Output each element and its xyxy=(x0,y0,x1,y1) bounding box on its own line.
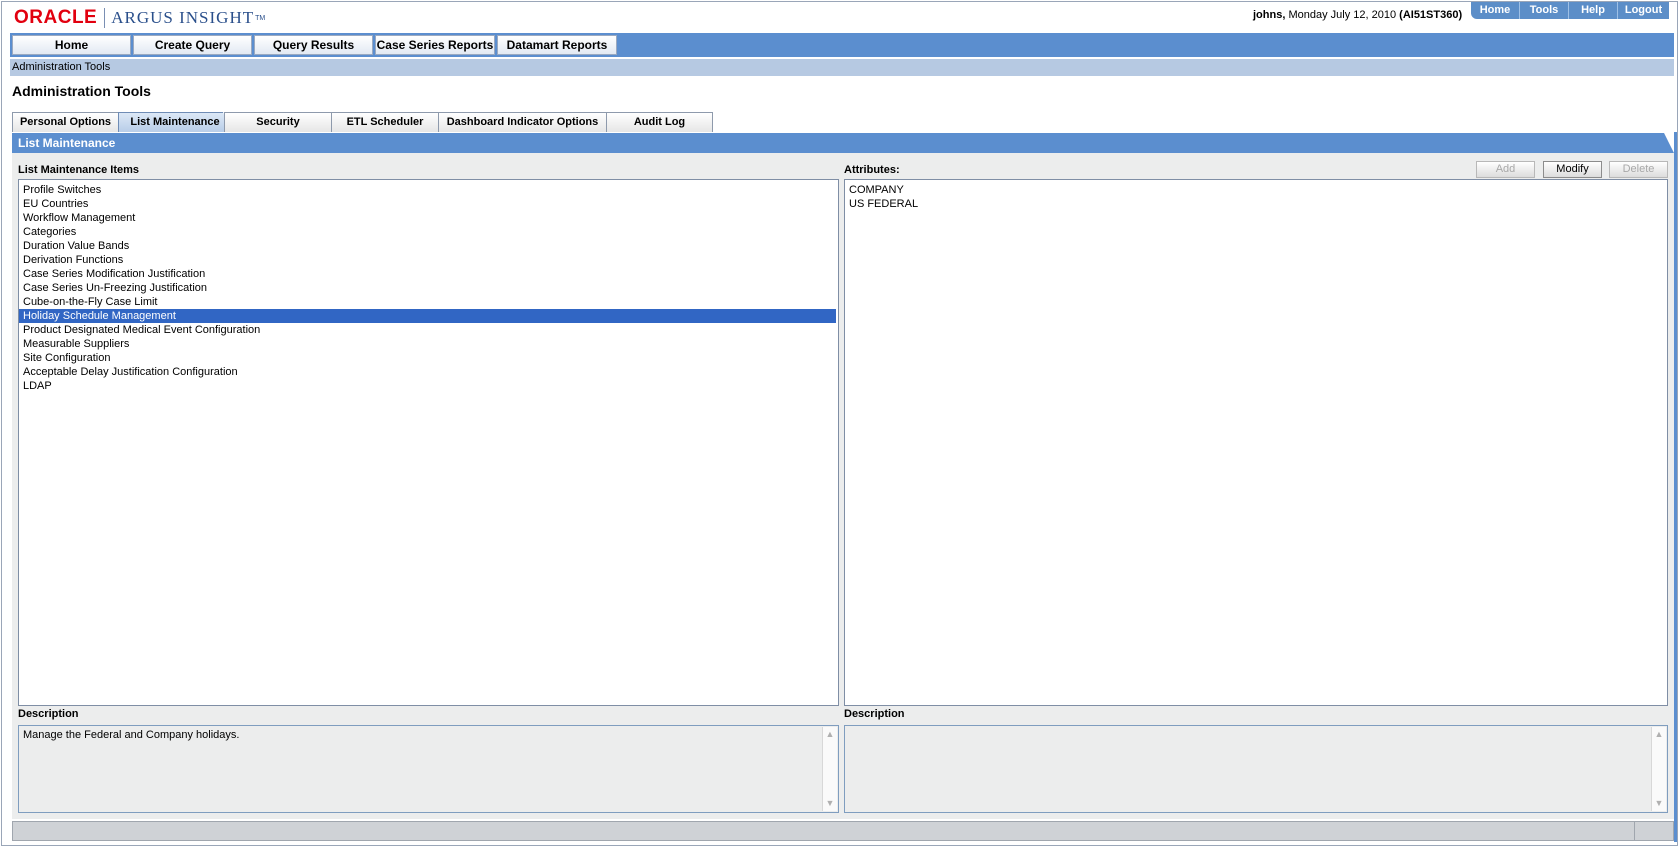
page-title: Administration Tools xyxy=(12,83,151,99)
tab-security[interactable]: Security xyxy=(224,112,332,132)
utility-nav: Home Tools Help Logout xyxy=(1471,2,1669,19)
nav-case-series-reports-button[interactable]: Case Series Reports xyxy=(375,35,495,55)
scroll-down-icon[interactable]: ▼ xyxy=(1652,796,1666,811)
list-item[interactable]: Product Designated Medical Event Configu… xyxy=(19,323,838,337)
logo-product-text: ARGUS INSIGHT xyxy=(111,8,255,27)
list-item[interactable]: Case Series Un-Freezing Justification xyxy=(19,281,838,295)
list-item[interactable]: Derivation Functions xyxy=(19,253,838,267)
tab-audit-log[interactable]: Audit Log xyxy=(606,112,713,132)
left-description-label: Description xyxy=(18,708,79,720)
scroll-up-icon[interactable]: ▲ xyxy=(823,727,837,742)
util-logout-link[interactable]: Logout xyxy=(1617,2,1669,19)
attributes-label: Attributes: xyxy=(844,164,900,176)
list-item[interactable]: Cube-on-the-Fly Case Limit xyxy=(19,295,838,309)
right-description-field[interactable]: ▲ ▼ xyxy=(844,725,1668,813)
left-description-scrollbar[interactable]: ▲ ▼ xyxy=(822,727,837,811)
list-item[interactable]: Case Series Modification Justification xyxy=(19,267,838,281)
util-help-link[interactable]: Help xyxy=(1568,2,1617,19)
list-item[interactable]: LDAP xyxy=(19,379,838,393)
instance-id: (AI51ST360) xyxy=(1399,9,1463,21)
status-bar xyxy=(12,821,1674,841)
logo-oracle-text: ORACLE xyxy=(14,7,98,28)
main-nav: Home Create Query Query Results Case Ser… xyxy=(10,33,1674,57)
attribute-item[interactable]: COMPANY xyxy=(845,183,1667,197)
nav-query-results-button[interactable]: Query Results xyxy=(254,35,373,55)
list-item[interactable]: Duration Value Bands xyxy=(19,239,838,253)
list-item[interactable]: Categories xyxy=(19,225,838,239)
attributes-list[interactable]: COMPANY US FEDERAL xyxy=(844,179,1668,706)
user-info: johns, Monday July 12, 2010 (AI51ST360) xyxy=(1253,9,1462,21)
breadcrumb: Administration Tools xyxy=(10,59,1674,76)
list-maintenance-items-list[interactable]: Profile Switches EU Countries Workflow M… xyxy=(18,179,839,706)
list-items-label: List Maintenance Items xyxy=(18,164,140,176)
current-date: Monday July 12, 2010 xyxy=(1288,9,1397,21)
attribute-item[interactable]: US FEDERAL xyxy=(845,197,1667,211)
header: ORACLE ARGUS INSIGHT TM johns, Monday Ju… xyxy=(2,2,1677,32)
tab-personal-options[interactable]: Personal Options xyxy=(12,112,119,132)
right-description-label: Description xyxy=(844,708,905,720)
util-tools-link[interactable]: Tools xyxy=(1519,2,1568,19)
logo-divider xyxy=(104,8,106,28)
username: johns, xyxy=(1253,9,1286,21)
list-item[interactable]: EU Countries xyxy=(19,197,838,211)
list-item[interactable]: Workflow Management xyxy=(19,211,838,225)
add-button[interactable]: Add xyxy=(1476,161,1535,178)
scroll-down-icon[interactable]: ▼ xyxy=(823,796,837,811)
left-description-field[interactable]: Manage the Federal and Company holidays.… xyxy=(18,725,839,813)
list-item[interactable]: Measurable Suppliers xyxy=(19,337,838,351)
list-item[interactable]: Acceptable Delay Justification Configura… xyxy=(19,365,838,379)
nav-datamart-reports-button[interactable]: Datamart Reports xyxy=(497,35,617,55)
util-home-link[interactable]: Home xyxy=(1471,2,1519,19)
list-item[interactable]: Profile Switches xyxy=(19,183,838,197)
list-item-selected[interactable]: Holiday Schedule Management xyxy=(19,309,836,323)
tab-dashboard-indicator-options[interactable]: Dashboard Indicator Options xyxy=(438,112,607,132)
list-item[interactable]: Site Configuration xyxy=(19,351,838,365)
tab-etl-scheduler[interactable]: ETL Scheduler xyxy=(331,112,439,132)
delete-button[interactable]: Delete xyxy=(1609,161,1668,178)
nav-create-query-button[interactable]: Create Query xyxy=(133,35,252,55)
nav-home-button[interactable]: Home xyxy=(12,35,131,55)
section-header: List Maintenance xyxy=(12,133,1674,153)
logo-trademark: TM xyxy=(255,14,266,22)
scroll-up-icon[interactable]: ▲ xyxy=(1652,727,1666,742)
modify-button[interactable]: Modify xyxy=(1543,161,1602,178)
section-right-border xyxy=(1674,132,1677,842)
page-frame: ORACLE ARGUS INSIGHT TM johns, Monday Ju… xyxy=(1,1,1678,846)
right-description-scrollbar[interactable]: ▲ ▼ xyxy=(1651,727,1666,811)
status-bar-divider xyxy=(1634,822,1635,840)
left-description-text: Manage the Federal and Company holidays. xyxy=(23,729,240,741)
tab-list-maintenance[interactable]: List Maintenance xyxy=(118,112,232,132)
oracle-argus-logo: ORACLE ARGUS INSIGHT TM xyxy=(14,7,265,29)
